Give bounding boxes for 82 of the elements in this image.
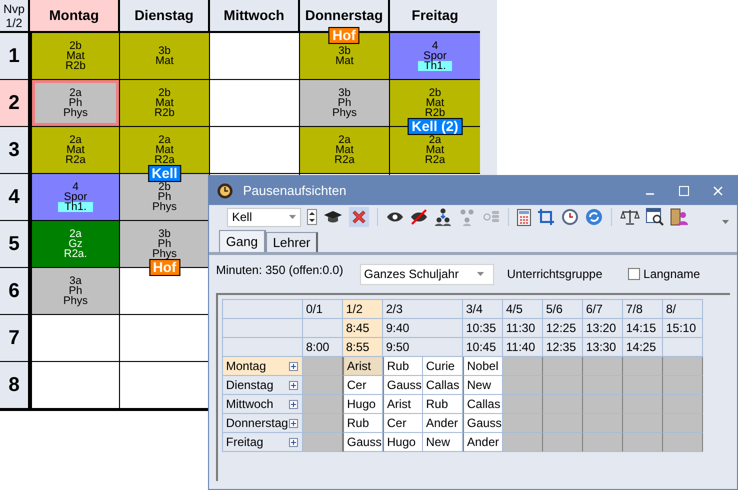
header-cell: 15:10: [663, 319, 703, 338]
room-label: Th1.: [58, 202, 92, 212]
subject-label: Ph: [158, 239, 172, 249]
room-label: Phys: [332, 108, 357, 118]
room-label: R2b: [424, 108, 446, 118]
class-label: 3b: [338, 88, 351, 98]
room-label: R2b: [65, 61, 86, 71]
minutes-label: Minuten: 350 (offen:0.0): [216, 262, 344, 279]
header-cell: 13:20: [583, 319, 623, 338]
class-label: 2a: [69, 229, 82, 239]
window-title: Pausenaufsichten: [243, 182, 346, 200]
header-cell: 10:35: [463, 319, 503, 338]
room-label: R2b: [154, 108, 175, 118]
header-cell: 12:35: [543, 338, 583, 357]
subject-label: Mat: [155, 145, 174, 155]
header-cell: 14:15: [623, 319, 663, 338]
header-cell: 8/: [663, 300, 703, 319]
class-label: 4: [72, 182, 79, 192]
duty-tooltip: Kell: [148, 165, 182, 182]
room-label: R2a: [334, 155, 355, 165]
subject-label: Mat: [335, 145, 354, 155]
room-label: R2a: [65, 155, 86, 165]
duty-tooltip: Hof: [148, 259, 180, 276]
header-cell: 8:00: [303, 338, 343, 357]
subject-label: Ph: [68, 98, 82, 108]
subject-label: Gz: [68, 239, 83, 249]
header-cell: 10:45: [463, 338, 503, 357]
header-cell: 8:45: [343, 319, 383, 338]
class-label: 2b: [158, 88, 171, 98]
header-cell: 6/7: [583, 300, 623, 319]
subject-label: Mat: [66, 51, 85, 61]
class-label: 2a: [428, 135, 442, 145]
header-cell: 11:30: [503, 319, 543, 338]
header-cell: 12:25: [543, 319, 583, 338]
class-label: 3b: [338, 46, 351, 56]
header-cell: 4/5: [503, 300, 543, 319]
class-label: 3a: [69, 276, 82, 286]
room-label: Phys: [152, 249, 177, 259]
header-cell: 9:40: [383, 319, 463, 338]
duty-tooltip: Hof: [328, 27, 360, 44]
subject-label: Mat: [66, 145, 85, 155]
class-label: 2b: [69, 41, 82, 51]
header-cell: 0/1: [303, 300, 343, 319]
header-cell: 3/4: [463, 300, 503, 319]
class-label: 3b: [158, 46, 171, 56]
class-label: 2a: [69, 88, 82, 98]
header-cell: 5/6: [543, 300, 583, 319]
corner-label: Nvp 1/2: [3, 2, 25, 30]
room-label: Phys: [152, 202, 177, 212]
subject-label: Mat: [426, 98, 444, 108]
room-label: R2a.: [64, 249, 88, 259]
room-label: R2a: [154, 155, 175, 165]
class-label: 4: [432, 41, 438, 51]
header-cell: 2/3: [383, 300, 463, 319]
header-cell: 13:30: [583, 338, 623, 357]
group-label: Unterrichtsgruppe: [507, 266, 602, 283]
room-label: Th1.: [418, 61, 452, 71]
subject-label: Ph: [158, 192, 172, 202]
header-cell: 9:50: [383, 338, 463, 357]
subject-label: Mat: [426, 145, 444, 155]
subject-label: Mat: [335, 56, 354, 66]
class-label: 2a: [158, 135, 171, 145]
subject-label: Ph: [68, 286, 82, 296]
header-cell: 8:55: [343, 338, 383, 357]
class-label: 2b: [428, 88, 442, 98]
subject-label: Mat: [155, 98, 174, 108]
subject-label: Spor: [64, 192, 88, 202]
subject-label: Mat: [155, 56, 174, 66]
room-label: Phys: [63, 108, 88, 118]
duty-tooltip: Kell (2): [408, 118, 462, 135]
class-label: 2b: [158, 182, 171, 192]
room-label: R2a: [424, 155, 446, 165]
class-label: 3b: [158, 229, 171, 239]
header-cell: 7/8: [623, 300, 663, 319]
subject-label: Spor: [423, 51, 447, 61]
class-label: 2a: [338, 135, 351, 145]
subject-label: Ph: [338, 98, 352, 108]
header-cell: 1/2: [343, 300, 383, 319]
class-label: 2a: [69, 135, 82, 145]
room-label: Phys: [63, 296, 88, 306]
header-cell: 11:40: [503, 338, 543, 357]
header-cell: 14:25: [623, 338, 663, 357]
